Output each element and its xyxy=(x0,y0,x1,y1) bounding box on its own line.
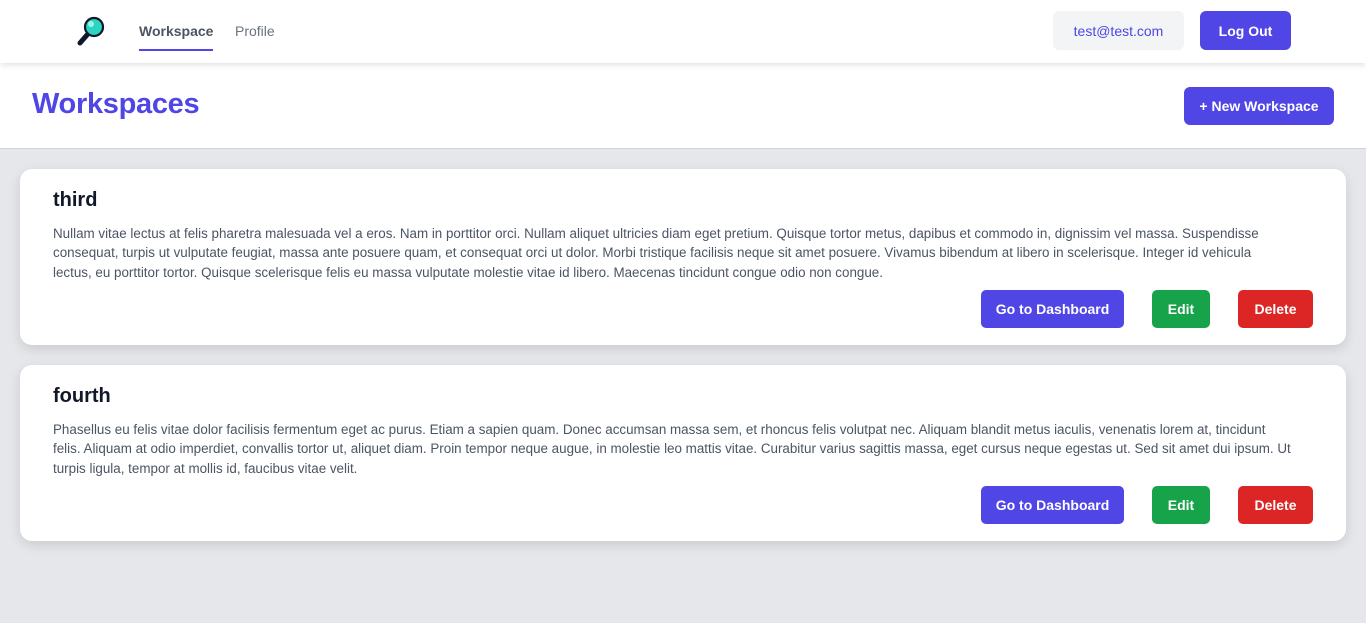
workspace-description: Phasellus eu felis vitae dolor facilisis… xyxy=(53,422,1291,476)
top-navbar: Workspace Profile test@test.com Log Out xyxy=(0,0,1366,63)
user-email-button[interactable]: test@test.com xyxy=(1053,11,1184,50)
tab-profile[interactable]: Profile xyxy=(235,22,275,40)
workspace-description: Nullam vitae lectus at felis pharetra ma… xyxy=(53,226,1259,280)
magnifier-icon[interactable] xyxy=(76,16,106,46)
edit-button[interactable]: Edit xyxy=(1152,290,1210,328)
go-to-dashboard-button[interactable]: Go to Dashboard xyxy=(981,290,1124,328)
page-title: Workspaces xyxy=(32,88,200,120)
delete-button[interactable]: Delete xyxy=(1238,486,1313,524)
workspace-card: fourth Phasellus eu felis vitae dolor fa… xyxy=(20,365,1346,541)
tab-workspace[interactable]: Workspace xyxy=(139,22,214,51)
workspace-title: third xyxy=(53,189,98,211)
new-workspace-button[interactable]: + New Workspace xyxy=(1184,87,1334,125)
page-header: Workspaces + New Workspace xyxy=(0,63,1366,149)
delete-button[interactable]: Delete xyxy=(1238,290,1313,328)
logout-button[interactable]: Log Out xyxy=(1200,11,1291,50)
workspace-card: third Nullam vitae lectus at felis phare… xyxy=(20,169,1346,345)
go-to-dashboard-button[interactable]: Go to Dashboard xyxy=(981,486,1124,524)
edit-button[interactable]: Edit xyxy=(1152,486,1210,524)
workspace-title: fourth xyxy=(53,385,111,407)
